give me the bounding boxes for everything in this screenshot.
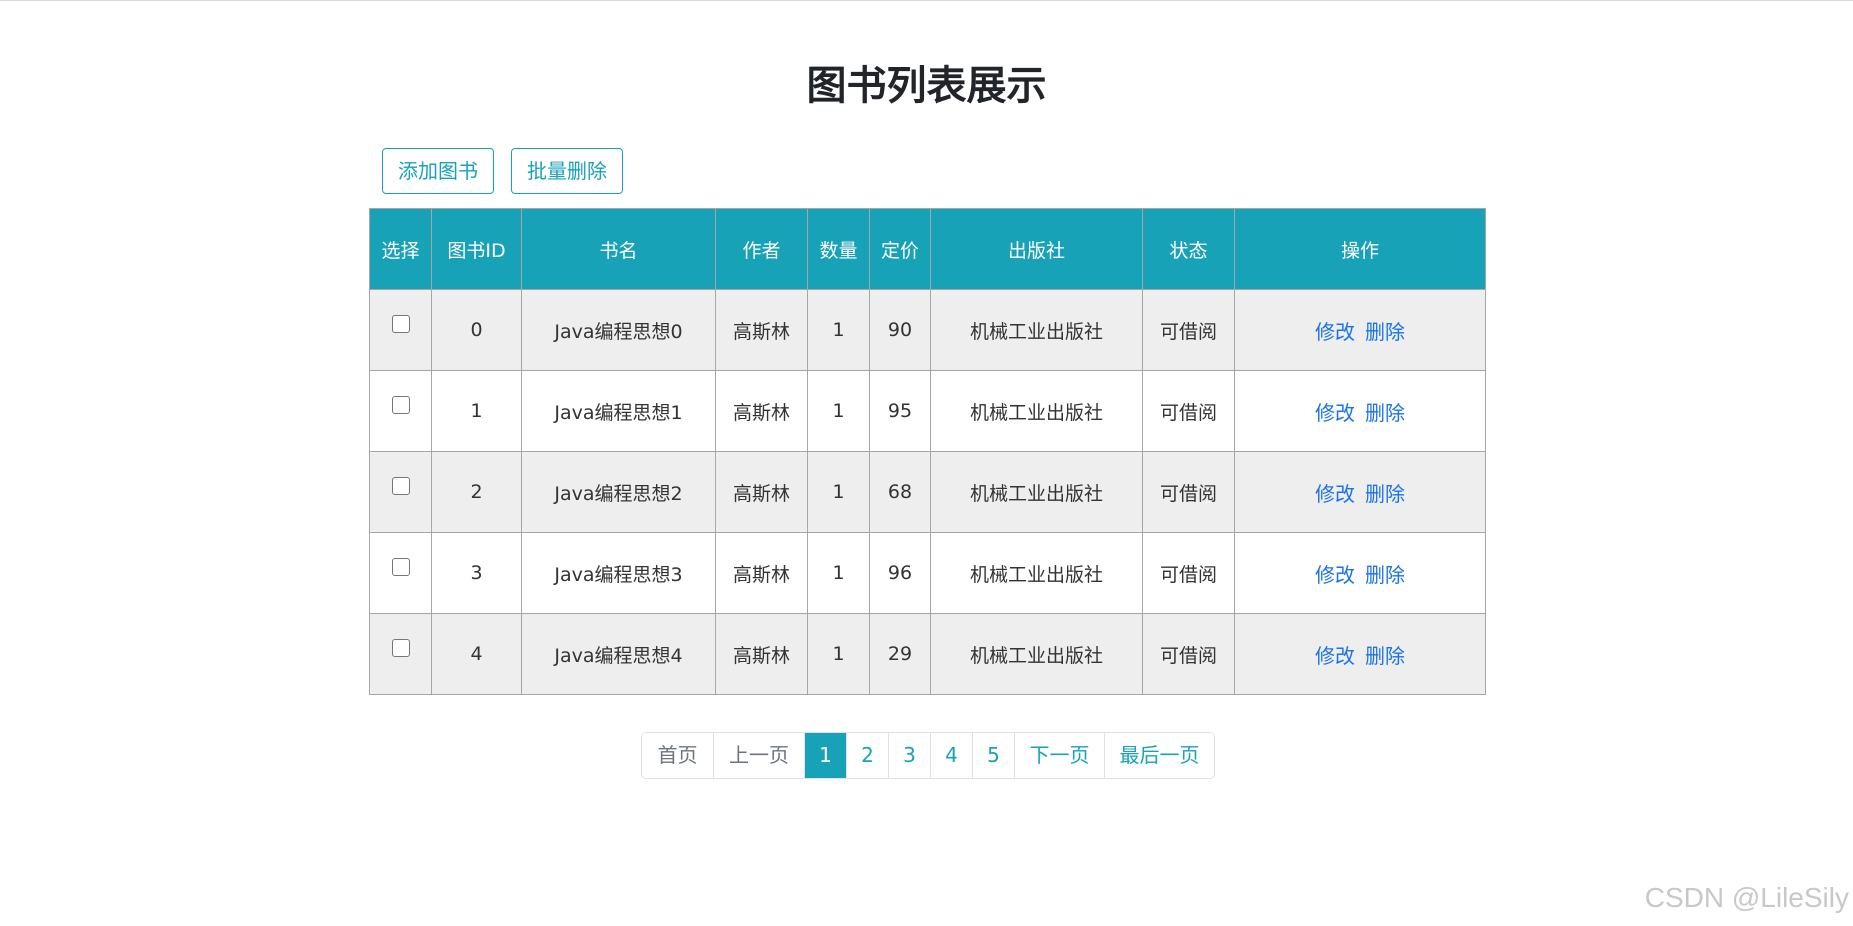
edit-link[interactable]: 修改 bbox=[1315, 482, 1355, 506]
pagination-page-3[interactable]: 3 bbox=[888, 733, 930, 778]
pagination-page-4[interactable]: 4 bbox=[930, 733, 972, 778]
pagination-page-2[interactable]: 2 bbox=[846, 733, 888, 778]
header-count: 数量 bbox=[807, 208, 870, 290]
select-cell bbox=[369, 613, 432, 695]
count-cell: 1 bbox=[807, 613, 870, 695]
table-row: 1 Java编程思想1 高斯林 1 95 机械工业出版社 可借阅 修改 删除 bbox=[369, 370, 1486, 452]
select-cell bbox=[369, 289, 432, 371]
table-row: 3 Java编程思想3 高斯林 1 96 机械工业出版社 可借阅 修改 删除 bbox=[369, 532, 1486, 614]
price-cell: 29 bbox=[869, 613, 931, 695]
book-id-cell: 1 bbox=[431, 370, 522, 452]
price-cell: 96 bbox=[869, 532, 931, 614]
book-id-cell: 4 bbox=[431, 613, 522, 695]
select-cell bbox=[369, 370, 432, 452]
table-header-row: 选择 图书ID 书名 作者 数量 定价 出版社 状态 操作 bbox=[369, 208, 1486, 290]
pagination-first[interactable]: 首页 bbox=[642, 733, 713, 778]
status-cell: 可借阅 bbox=[1142, 370, 1235, 452]
book-id-cell: 2 bbox=[431, 451, 522, 533]
status-cell: 可借阅 bbox=[1142, 289, 1235, 371]
actions-cell: 修改 删除 bbox=[1234, 451, 1486, 533]
batch-delete-button[interactable]: 批量删除 bbox=[511, 148, 623, 194]
select-cell bbox=[369, 532, 432, 614]
price-cell: 68 bbox=[869, 451, 931, 533]
author-cell: 高斯林 bbox=[715, 370, 808, 452]
price-cell: 95 bbox=[869, 370, 931, 452]
author-cell: 高斯林 bbox=[715, 613, 808, 695]
book-id-cell: 3 bbox=[431, 532, 522, 614]
actions-cell: 修改 删除 bbox=[1234, 613, 1486, 695]
actions-cell: 修改 删除 bbox=[1234, 370, 1486, 452]
header-author: 作者 bbox=[715, 208, 808, 290]
book-name-cell: Java编程思想4 bbox=[521, 613, 716, 695]
delete-link[interactable]: 删除 bbox=[1365, 320, 1405, 344]
author-cell: 高斯林 bbox=[715, 532, 808, 614]
publisher-cell: 机械工业出版社 bbox=[930, 370, 1143, 452]
edit-link[interactable]: 修改 bbox=[1315, 320, 1355, 344]
book-name-cell: Java编程思想1 bbox=[521, 370, 716, 452]
author-cell: 高斯林 bbox=[715, 451, 808, 533]
actions-cell: 修改 删除 bbox=[1234, 289, 1486, 371]
edit-link[interactable]: 修改 bbox=[1315, 401, 1355, 425]
actions-cell: 修改 删除 bbox=[1234, 532, 1486, 614]
header-actions: 操作 bbox=[1234, 208, 1486, 290]
edit-link[interactable]: 修改 bbox=[1315, 563, 1355, 587]
watermark: CSDN @LileSily bbox=[1644, 882, 1849, 913]
row-checkbox[interactable] bbox=[391, 638, 410, 657]
header-book-name: 书名 bbox=[521, 208, 716, 290]
book-name-cell: Java编程思想3 bbox=[521, 532, 716, 614]
pagination-page-1[interactable]: 1 bbox=[804, 733, 846, 778]
row-checkbox[interactable] bbox=[391, 314, 410, 333]
book-table: 选择 图书ID 书名 作者 数量 定价 出版社 状态 操作 0 Java编程思想… bbox=[369, 208, 1486, 695]
header-select: 选择 bbox=[369, 208, 432, 290]
publisher-cell: 机械工业出版社 bbox=[930, 289, 1143, 371]
publisher-cell: 机械工业出版社 bbox=[930, 451, 1143, 533]
count-cell: 1 bbox=[807, 532, 870, 614]
count-cell: 1 bbox=[807, 451, 870, 533]
row-checkbox[interactable] bbox=[391, 395, 410, 414]
pagination: 首页 上一页 1 2 3 4 5 下一页 最后一页 bbox=[641, 732, 1215, 779]
table-row: 4 Java编程思想4 高斯林 1 29 机械工业出版社 可借阅 修改 删除 bbox=[369, 613, 1486, 695]
select-cell bbox=[369, 451, 432, 533]
header-status: 状态 bbox=[1142, 208, 1235, 290]
table-row: 0 Java编程思想0 高斯林 1 90 机械工业出版社 可借阅 修改 删除 bbox=[369, 289, 1486, 371]
page-title: 图书列表展示 bbox=[806, 63, 1047, 109]
pagination-last[interactable]: 最后一页 bbox=[1104, 733, 1214, 778]
status-cell: 可借阅 bbox=[1142, 451, 1235, 533]
delete-link[interactable]: 删除 bbox=[1365, 401, 1405, 425]
author-cell: 高斯林 bbox=[715, 289, 808, 371]
row-checkbox[interactable] bbox=[391, 557, 410, 576]
row-checkbox[interactable] bbox=[391, 476, 410, 495]
table-row: 2 Java编程思想2 高斯林 1 68 机械工业出版社 可借阅 修改 删除 bbox=[369, 451, 1486, 533]
top-divider bbox=[0, 0, 1853, 1]
edit-link[interactable]: 修改 bbox=[1315, 644, 1355, 668]
status-cell: 可借阅 bbox=[1142, 613, 1235, 695]
add-book-button[interactable]: 添加图书 bbox=[382, 148, 494, 194]
delete-link[interactable]: 删除 bbox=[1365, 482, 1405, 506]
book-name-cell: Java编程思想2 bbox=[521, 451, 716, 533]
count-cell: 1 bbox=[807, 289, 870, 371]
header-price: 定价 bbox=[869, 208, 931, 290]
publisher-cell: 机械工业出版社 bbox=[930, 613, 1143, 695]
header-book-id: 图书ID bbox=[431, 208, 522, 290]
count-cell: 1 bbox=[807, 370, 870, 452]
status-cell: 可借阅 bbox=[1142, 532, 1235, 614]
price-cell: 90 bbox=[869, 289, 931, 371]
book-name-cell: Java编程思想0 bbox=[521, 289, 716, 371]
publisher-cell: 机械工业出版社 bbox=[930, 532, 1143, 614]
delete-link[interactable]: 删除 bbox=[1365, 644, 1405, 668]
header-publisher: 出版社 bbox=[930, 208, 1143, 290]
book-id-cell: 0 bbox=[431, 289, 522, 371]
pagination-next[interactable]: 下一页 bbox=[1014, 733, 1104, 778]
pagination-prev[interactable]: 上一页 bbox=[713, 733, 804, 778]
pagination-page-5[interactable]: 5 bbox=[972, 733, 1014, 778]
delete-link[interactable]: 删除 bbox=[1365, 563, 1405, 587]
